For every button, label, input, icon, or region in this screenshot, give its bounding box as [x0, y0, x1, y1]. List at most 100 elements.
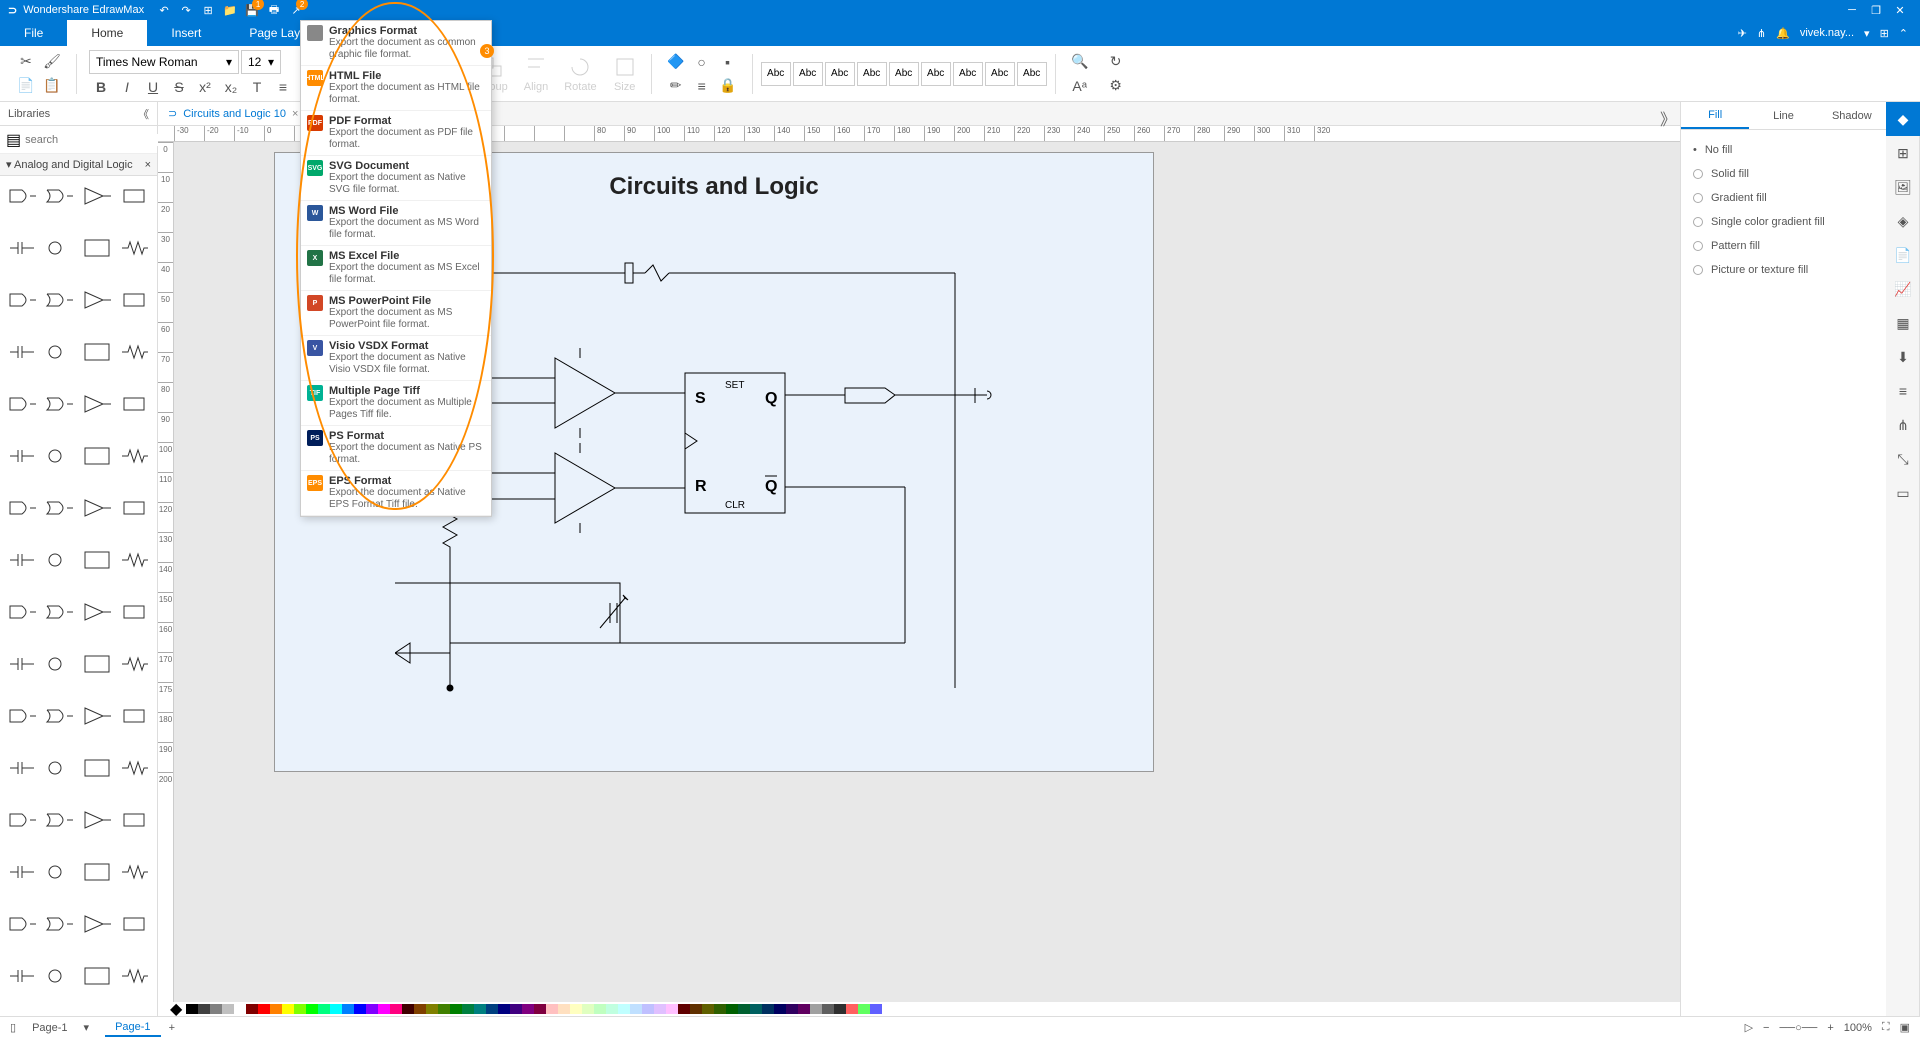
apps-icon[interactable]: ⊞ [1880, 27, 1889, 40]
page-tab-1[interactable]: Page-1 [105, 1019, 160, 1037]
page-dropdown-icon[interactable]: ▾ [84, 1021, 90, 1034]
color-swatch[interactable] [198, 1004, 210, 1014]
subscript-button[interactable]: x₂ [219, 76, 243, 98]
shape-item[interactable] [43, 598, 75, 626]
table-tab-icon[interactable]: ▦ [1886, 306, 1920, 340]
share-icon[interactable]: ⋔ [1757, 27, 1766, 40]
search-input[interactable] [25, 134, 167, 146]
style-preset[interactable]: Abc [921, 62, 951, 86]
style-preset[interactable]: Abc [953, 62, 983, 86]
layers-tab-icon[interactable]: ◈ [1886, 204, 1920, 238]
color-swatch[interactable] [750, 1004, 762, 1014]
collapse-left-icon[interactable]: 《 [138, 106, 149, 122]
color-swatch[interactable] [450, 1004, 462, 1014]
shape-item[interactable] [43, 910, 75, 938]
present-tab-icon[interactable]: ▭ [1886, 476, 1920, 510]
color-swatch[interactable] [858, 1004, 870, 1014]
color-swatch[interactable] [570, 1004, 582, 1014]
connect-tab-icon[interactable]: ⤡ [1886, 442, 1920, 476]
superscript-button[interactable]: x² [193, 76, 217, 98]
collapse-ribbon-icon[interactable]: ⌃ [1899, 27, 1908, 40]
shape-item[interactable] [118, 806, 150, 834]
export-option[interactable]: VVisio VSDX FormatExport the document as… [301, 336, 491, 381]
style-preset[interactable]: Abc [857, 62, 887, 86]
tab-home[interactable]: Home [67, 20, 147, 46]
shape-item[interactable] [81, 702, 113, 730]
shape-item[interactable] [6, 494, 38, 522]
chart-tab-icon[interactable]: 📈 [1886, 272, 1920, 306]
shape-item[interactable] [81, 182, 113, 210]
shape-item[interactable] [6, 234, 38, 262]
color-swatch[interactable] [474, 1004, 486, 1014]
color-swatch[interactable] [390, 1004, 402, 1014]
fill-option[interactable]: Single color gradient fill [1693, 210, 1874, 234]
shape-item[interactable] [6, 442, 38, 470]
export-option[interactable]: WMS Word FileExport the document as MS W… [301, 201, 491, 246]
color-swatch[interactable] [738, 1004, 750, 1014]
shape-item[interactable] [6, 598, 38, 626]
export-option[interactable]: SVGSVG DocumentExport the document as Na… [301, 156, 491, 201]
export-option[interactable]: TIFMultiple Page TiffExport the document… [301, 381, 491, 426]
color-swatch[interactable] [786, 1004, 798, 1014]
style-preset[interactable]: Abc [985, 62, 1015, 86]
list-button[interactable]: ≡ [271, 76, 295, 98]
fill-option[interactable]: Pattern fill [1693, 234, 1874, 258]
fit-icon[interactable]: ▣ [1900, 1021, 1910, 1034]
shape-item[interactable] [6, 754, 38, 782]
image-tab-icon[interactable]: 🖼 [1886, 170, 1920, 204]
shape-item[interactable] [118, 182, 150, 210]
underline-button[interactable]: U [141, 76, 165, 98]
shape-item[interactable] [43, 234, 75, 262]
shape-item[interactable] [118, 338, 150, 366]
shape-item[interactable] [118, 962, 150, 990]
export-button[interactable]: ↗2 [288, 2, 304, 18]
color-swatch[interactable] [630, 1004, 642, 1014]
add-page-button[interactable]: + [169, 1022, 175, 1034]
color-swatch[interactable] [582, 1004, 594, 1014]
style-gallery[interactable]: AbcAbcAbcAbcAbcAbcAbcAbcAbc [761, 62, 1047, 86]
shape-item[interactable] [81, 754, 113, 782]
shape-item[interactable] [43, 442, 75, 470]
export-option[interactable]: PDFPDF FormatExport the document as PDF … [301, 111, 491, 156]
shape-item[interactable] [43, 494, 75, 522]
minimize-button[interactable]: ─ [1840, 4, 1864, 16]
color-swatch[interactable] [606, 1004, 618, 1014]
section-header[interactable]: ▾ Analog and Digital Logic × [0, 154, 157, 176]
color-swatch[interactable] [714, 1004, 726, 1014]
shape-item[interactable] [6, 910, 38, 938]
style-preset[interactable]: Abc [761, 62, 791, 86]
fill-option[interactable]: Picture or texture fill [1693, 258, 1874, 282]
more-button[interactable]: ⚙ [1104, 75, 1128, 97]
shape-item[interactable] [6, 650, 38, 678]
copy-button[interactable]: 📄 [14, 75, 38, 97]
shape-item[interactable] [6, 338, 38, 366]
color-swatch[interactable] [834, 1004, 846, 1014]
zoom-slider[interactable]: ──○── [1779, 1022, 1817, 1034]
shape-item[interactable] [118, 702, 150, 730]
color-swatch[interactable] [594, 1004, 606, 1014]
shape-item[interactable] [6, 286, 38, 314]
line-tab[interactable]: Line [1749, 102, 1817, 129]
user-name[interactable]: vivek.nay... [1800, 27, 1854, 39]
shape-item[interactable] [81, 546, 113, 574]
color-swatch[interactable] [306, 1004, 318, 1014]
color-swatch[interactable] [558, 1004, 570, 1014]
color-swatch[interactable] [798, 1004, 810, 1014]
tab-insert[interactable]: Insert [147, 20, 225, 46]
color-swatch[interactable] [546, 1004, 558, 1014]
shape-item[interactable] [43, 702, 75, 730]
style-preset[interactable]: Abc [1017, 62, 1047, 86]
shape-item[interactable] [81, 598, 113, 626]
shape-item[interactable] [81, 234, 113, 262]
shape-item[interactable] [6, 390, 38, 418]
find-button[interactable]: 🔍 [1068, 51, 1092, 73]
shape-item[interactable] [118, 390, 150, 418]
color-swatch[interactable] [270, 1004, 282, 1014]
shape-item[interactable] [118, 546, 150, 574]
color-swatch[interactable] [774, 1004, 786, 1014]
fill-tab[interactable]: Fill [1681, 102, 1749, 129]
strike-button[interactable]: S [167, 76, 191, 98]
size-button[interactable]: Size [607, 55, 643, 93]
user-dropdown-icon[interactable]: ▾ [1864, 27, 1870, 40]
color-swatch[interactable] [522, 1004, 534, 1014]
